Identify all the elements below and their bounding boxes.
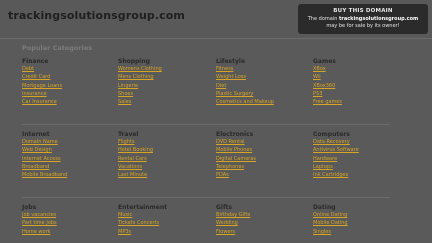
category-link[interactable]: Cosmetics and Makeup xyxy=(216,99,308,107)
header: trackingsolutionsgroup.com BUY THIS DOMA… xyxy=(0,0,432,39)
category-link[interactable]: Mobile Dating xyxy=(313,220,405,228)
category-link[interactable]: XBox xyxy=(313,66,405,74)
category-link[interactable]: XBox360 xyxy=(313,83,405,91)
category-title: Shopping xyxy=(118,58,150,65)
category-link[interactable]: Digital Cameras xyxy=(216,156,308,164)
category-link[interactable]: Antivirus Software xyxy=(313,147,405,155)
category-link[interactable]: Rental Cars xyxy=(118,156,210,164)
category-link[interactable]: Flights xyxy=(118,139,210,147)
category-link[interactable]: Part time Jobs xyxy=(22,220,114,228)
category-title: Gifts xyxy=(216,204,233,211)
category-link[interactable]: Mens Clothing xyxy=(118,74,210,82)
category-link[interactable]: Shoes xyxy=(118,91,210,99)
buy-domain-box[interactable]: BUY THIS DOMAIN The domain trackingsolut… xyxy=(298,4,428,34)
category-title: Lifestyle xyxy=(216,58,246,65)
category-column: Finance Debt Credit Card Mortgage Loans Insu… xyxy=(22,57,114,107)
category-column: Electronics DVD Rental Mobile Phones Digita… xyxy=(216,130,308,180)
buy-domain-suffix: may be for sale by its owner! xyxy=(326,23,400,29)
category-link[interactable]: Free games xyxy=(313,99,405,107)
buy-domain-title[interactable]: BUY THIS DOMAIN xyxy=(298,8,428,14)
category-column: Internet Domain Name Web Design Internet Ac… xyxy=(22,130,114,180)
category-link[interactable]: Ink Cartridges xyxy=(313,172,405,180)
buy-domain-prefix: The domain xyxy=(307,16,338,22)
category-link[interactable]: Hardware xyxy=(313,156,405,164)
category-link[interactable]: Fitness xyxy=(216,66,308,74)
category-column: Gifts Birthday Gifts Wedding Flowers xyxy=(216,203,308,237)
category-link[interactable]: Singles xyxy=(313,229,405,237)
category-link[interactable]: PS3 xyxy=(313,91,405,99)
category-link[interactable]: Flowers xyxy=(216,229,308,237)
category-title: Computers xyxy=(313,131,350,138)
category-column: Shopping Womens Clothing Mens Clothing Ling… xyxy=(118,57,210,107)
buy-domain-name: trackingsolutionsgroup.com xyxy=(338,16,419,22)
category-column: Entertainment Music Tickets Concerts MP3s xyxy=(118,203,210,237)
category-link[interactable]: Insurance xyxy=(22,91,114,99)
category-link[interactable]: Internet Access xyxy=(22,156,114,164)
site-title[interactable]: trackingsolutionsgroup.com xyxy=(8,9,185,22)
category-link[interactable]: Web Design xyxy=(22,147,114,155)
category-link[interactable]: Sales xyxy=(118,99,210,107)
category-link[interactable]: Weight Loss xyxy=(216,74,308,82)
popular-categories-title: Popular Categories xyxy=(22,44,93,52)
section-divider xyxy=(22,124,390,125)
category-link[interactable]: Mobile Phones xyxy=(216,147,308,155)
category-title: Dating xyxy=(313,204,336,211)
category-link[interactable]: Mobile Broadband xyxy=(22,172,114,180)
category-link[interactable]: Domain Name xyxy=(22,139,114,147)
category-link[interactable]: Home work xyxy=(22,229,114,237)
category-title: Electronics xyxy=(216,131,254,138)
category-link[interactable]: Music xyxy=(118,212,210,220)
category-column: Dating Online Dating Mobile Dating Singles xyxy=(313,203,405,237)
category-link[interactable]: Mortgage Loans xyxy=(22,83,114,91)
category-title: Entertainment xyxy=(118,204,167,211)
category-title: Games xyxy=(313,58,336,65)
category-column: Jobs Job vacancies Part time Jobs Home work xyxy=(22,203,114,237)
category-link[interactable]: Laptops xyxy=(313,164,405,172)
category-link[interactable]: Wedding xyxy=(216,220,308,228)
category-link[interactable]: Birthday Gifts xyxy=(216,212,308,220)
category-column: Travel Flights Hotel Booking Rental Cars Vac… xyxy=(118,130,210,180)
category-link[interactable]: Hotel Booking xyxy=(118,147,210,155)
category-link[interactable]: Job vacancies xyxy=(22,212,114,220)
category-link[interactable]: Wii xyxy=(313,74,405,82)
category-link[interactable]: Broadband xyxy=(22,164,114,172)
category-column: Computers Data Recovery Antivirus Software… xyxy=(313,130,405,180)
category-link[interactable]: Vacations xyxy=(118,164,210,172)
category-link[interactable]: Online Dating xyxy=(313,212,405,220)
category-column: Games XBox Wii XBox360 PS3 Free games xyxy=(313,57,405,107)
category-title: Internet xyxy=(22,131,50,138)
category-link[interactable]: PDAs xyxy=(216,172,308,180)
category-link[interactable]: Data Recovery xyxy=(313,139,405,147)
category-title: Finance xyxy=(22,58,49,65)
category-title: Jobs xyxy=(22,204,37,211)
category-link[interactable]: Womens Clothing xyxy=(118,66,210,74)
section-divider xyxy=(22,197,390,198)
categories-area: Popular Categories xyxy=(16,44,426,52)
category-link[interactable]: Car Insurance xyxy=(22,99,114,107)
category-link[interactable]: MP3s xyxy=(118,229,210,237)
category-link[interactable]: Last Minute xyxy=(118,172,210,180)
category-link[interactable]: Debt xyxy=(22,66,114,74)
category-title: Travel xyxy=(118,131,139,138)
buy-domain-text: The domain trackingsolutionsgroup.com xyxy=(298,16,428,22)
category-link[interactable]: Credit Card xyxy=(22,74,114,82)
category-link[interactable]: Lingerie xyxy=(118,83,210,91)
category-link[interactable]: Telephones xyxy=(216,164,308,172)
category-column: Lifestyle Fitness Weight Loss Diet Plastic S… xyxy=(216,57,308,107)
category-link[interactable]: DVD Rental xyxy=(216,139,308,147)
category-link[interactable]: Plastic Surgery xyxy=(216,91,308,99)
category-link[interactable]: Diet xyxy=(216,83,308,91)
category-link[interactable]: Tickets Concerts xyxy=(118,220,210,228)
